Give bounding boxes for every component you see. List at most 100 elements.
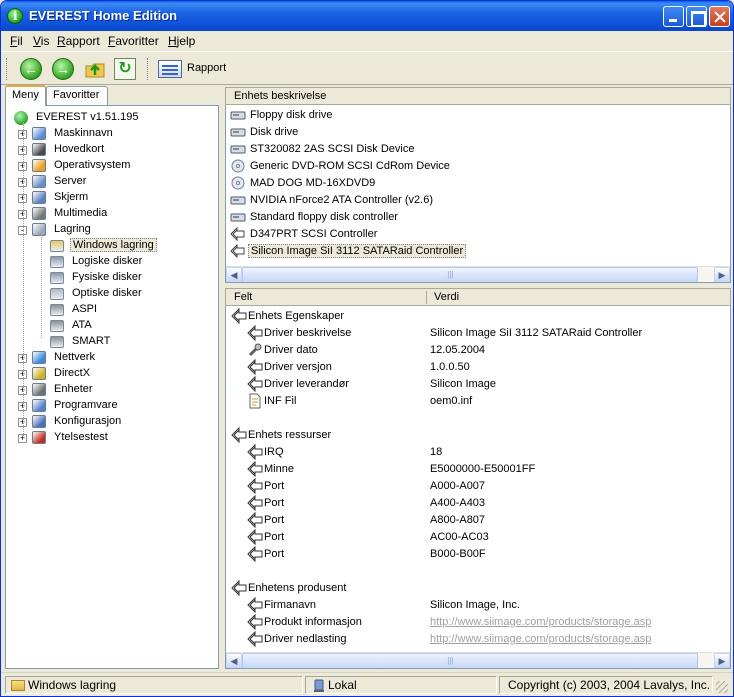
menu-vis[interactable]: Vis <box>33 34 49 48</box>
properties-header[interactable]: Felt Verdi <box>225 288 731 306</box>
props-scroll-thumb[interactable] <box>242 653 698 668</box>
maximize-button[interactable] <box>686 6 707 27</box>
tab-meny[interactable]: Meny <box>5 85 46 106</box>
tools-icon <box>247 342 263 358</box>
property-row[interactable]: Driver versjon 1.0.0.50 <box>226 358 730 376</box>
scsi-icon <box>247 324 263 342</box>
scroll-left-button[interactable]: ◀ <box>226 267 242 282</box>
tree-item-label: ASPI <box>72 303 98 315</box>
cdrom-icon <box>230 176 246 190</box>
property-row[interactable]: Firmanavn Silicon Image, Inc. <box>226 596 730 614</box>
benchmark-icon <box>32 431 46 444</box>
menu-vis-label: is <box>40 34 50 48</box>
scsi-icon <box>230 226 246 242</box>
scsi-icon <box>247 596 263 614</box>
property-field: Firmanavn <box>264 599 316 611</box>
tab-favoritter[interactable]: Favoritter <box>46 86 108 105</box>
property-row[interactable]: Produkt informasjon http://www.siimage.co… <box>226 613 730 631</box>
property-row[interactable]: Port B000-B00F <box>226 545 730 563</box>
server-icon <box>32 175 46 188</box>
refresh-icon: ↻ <box>118 60 132 77</box>
property-row[interactable]: Driver nedlasting http://www.siimage.com/… <box>226 630 730 648</box>
device-list-header[interactable]: Enhets beskrivelse <box>225 87 731 105</box>
toolbar: ← → ↻ Rapport <box>1 51 733 85</box>
property-row[interactable]: IRQ 18 <box>226 443 730 461</box>
scsi-group-icon <box>231 426 247 444</box>
report-icon <box>158 60 182 78</box>
scroll-thumb[interactable] <box>242 267 698 282</box>
tree-item-label: Operativsystem <box>54 159 131 171</box>
minimize-button[interactable] <box>663 6 684 27</box>
props-scroll-left-button[interactable]: ◀ <box>226 653 242 668</box>
property-link[interactable]: http://www.siimage.com/products/storage.… <box>430 616 651 628</box>
scsi-icon <box>247 511 263 529</box>
navigation-tree[interactable]: EVEREST v1.51.195 Maskinnavn + Hovedkort + Op… <box>5 105 219 669</box>
menu-rapport-mnemonic: R <box>57 34 66 48</box>
property-group[interactable]: Enhetens produsent <box>226 579 730 597</box>
software-icon <box>32 399 46 412</box>
devices-icon <box>32 383 46 396</box>
device-list[interactable]: Silicon Image SiI 3112 SATARaid Controll… <box>225 105 731 283</box>
tree-item-label: Maskinnavn <box>54 127 113 139</box>
motherboard-icon <box>32 143 46 156</box>
device-label: Standard floppy disk controller <box>250 211 398 223</box>
property-group[interactable]: Enhets ressurser <box>226 426 730 444</box>
property-row[interactable]: Port A800-A807 <box>226 511 730 529</box>
resize-grip[interactable] <box>716 681 728 693</box>
forward-button[interactable]: → <box>52 58 74 80</box>
config-icon <box>32 415 46 428</box>
tree-item-label: Programvare <box>54 399 118 411</box>
property-row[interactable]: Driver leverandør Silicon Image <box>226 375 730 393</box>
disk-drive-icon <box>230 142 246 156</box>
property-field: Enhetens produsent <box>248 582 347 594</box>
scsi-icon <box>247 494 263 512</box>
menu-fil[interactable]: Fil <box>10 34 23 48</box>
properties-hscrollbar[interactable]: ◀ ▶ <box>226 652 730 668</box>
tree-item-label: Windows lagring <box>70 238 157 252</box>
property-row[interactable]: Driver beskrivelse Silicon Image SiI 3112… <box>226 324 730 342</box>
tree-item-label: Optiske disker <box>72 287 142 299</box>
property-field: Produkt informasjon <box>264 616 362 628</box>
up-button[interactable] <box>84 58 106 80</box>
property-value: 1.0.0.50 <box>430 361 470 373</box>
menu-rapport[interactable]: Rapport <box>57 34 100 48</box>
property-row[interactable]: Port A000-A007 <box>226 477 730 495</box>
property-field: Port <box>264 531 285 543</box>
tree-item-label: Multimedia <box>54 207 108 219</box>
cdrom-icon <box>50 288 64 300</box>
device-list-hscrollbar[interactable]: ◀ ▶ <box>226 266 730 282</box>
menu-favoritter[interactable]: Favoritter <box>108 34 159 48</box>
close-button[interactable] <box>709 6 730 27</box>
title-bar[interactable]: EVEREST Home Edition <box>1 1 733 31</box>
back-button[interactable]: ← <box>20 58 42 80</box>
property-row[interactable]: INF Fil oem0.inf <box>226 393 730 410</box>
property-link[interactable]: http://www.siimage.com/products/storage.… <box>430 633 651 645</box>
property-group[interactable]: Enhets Egenskaper <box>226 307 730 325</box>
ata-icon <box>50 320 64 332</box>
tree-item-label: DirectX <box>54 367 91 379</box>
properties-list[interactable]: Driver nedlasting http://www.siimage.com/… <box>225 306 731 669</box>
column-divider[interactable] <box>426 291 427 304</box>
property-row[interactable]: Minne E5000000-E50001FF <box>226 460 730 478</box>
status-location: Lokal <box>305 676 497 694</box>
app-info-icon <box>7 8 23 24</box>
property-value: B000-B00F <box>430 548 486 560</box>
scroll-right-button[interactable]: ▶ <box>714 267 730 282</box>
scsi-icon <box>247 545 263 563</box>
property-field: Driver dato <box>264 344 318 356</box>
property-row[interactable]: Driver dato 12.05.2004 <box>226 342 730 359</box>
property-field: Driver beskrivelse <box>264 327 352 339</box>
refresh-button[interactable]: ↻ <box>114 58 136 80</box>
device-label: Disk drive <box>250 126 299 138</box>
tree-item-label: Nettverk <box>54 351 95 363</box>
menu-hjelp-mnemonic: H <box>168 34 177 48</box>
props-scroll-right-button[interactable]: ▶ <box>714 653 730 668</box>
tree-item-label: Hovedkort <box>54 143 105 155</box>
controller-icon <box>230 210 246 224</box>
property-row[interactable]: Port A400-A403 <box>226 494 730 512</box>
tree-item-label: Enheter <box>54 383 93 395</box>
menu-hjelp[interactable]: Hjelp <box>168 34 195 48</box>
device-column-header: Enhets beskrivelse <box>234 90 327 102</box>
property-row[interactable]: Port AC00-AC03 <box>226 528 730 546</box>
toolbar-grip[interactable] <box>6 58 9 80</box>
